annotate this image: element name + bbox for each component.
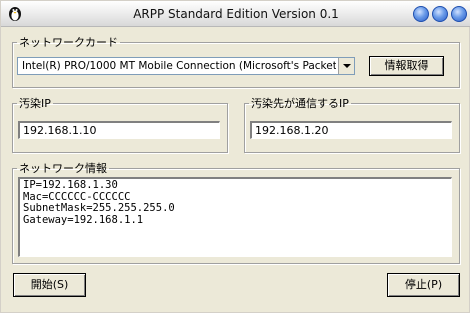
chevron-down-icon[interactable]	[338, 58, 354, 74]
app-window: ARPP Standard Edition Version 0.1 ネットワーク…	[0, 0, 470, 313]
info-line-ip: IP=192.168.1.30	[23, 179, 118, 191]
info-line-gateway: Gateway=192.168.1.1	[23, 213, 144, 226]
network-card-legend: ネットワークカード	[19, 36, 118, 49]
source-ip-input[interactable]: 192.168.1.10	[18, 121, 220, 139]
network-info-textarea[interactable]: IP=192.168.1.30 Mac=CCCCCC-CCCCCC SubnetMa…	[18, 177, 452, 257]
title-bar[interactable]: ARPP Standard Edition Version 0.1	[1, 1, 470, 27]
network-info-legend: ネットワーク情報	[19, 162, 107, 175]
network-card-select[interactable]: Intel(R) PRO/1000 MT Mobile Connection (…	[17, 57, 355, 75]
get-info-button[interactable]: 情報取得	[369, 56, 444, 76]
maximize-button[interactable]	[432, 6, 448, 22]
close-button[interactable]	[451, 6, 467, 22]
start-button[interactable]: 開始(S)	[13, 273, 86, 297]
minimize-button[interactable]	[413, 6, 429, 22]
dest-ip-input[interactable]: 192.168.1.20	[250, 121, 452, 139]
dest-ip-legend: 汚染先が通信するIP	[251, 97, 349, 110]
source-ip-legend: 汚染IP	[19, 97, 51, 110]
window-title: ARPP Standard Edition Version 0.1	[133, 7, 339, 21]
network-card-selected-value: Intel(R) PRO/1000 MT Mobile Connection (…	[22, 60, 336, 72]
info-line-subnet: SubnetMask=255.255.255.0	[23, 202, 175, 214]
stop-button[interactable]: 停止(P)	[387, 273, 460, 297]
